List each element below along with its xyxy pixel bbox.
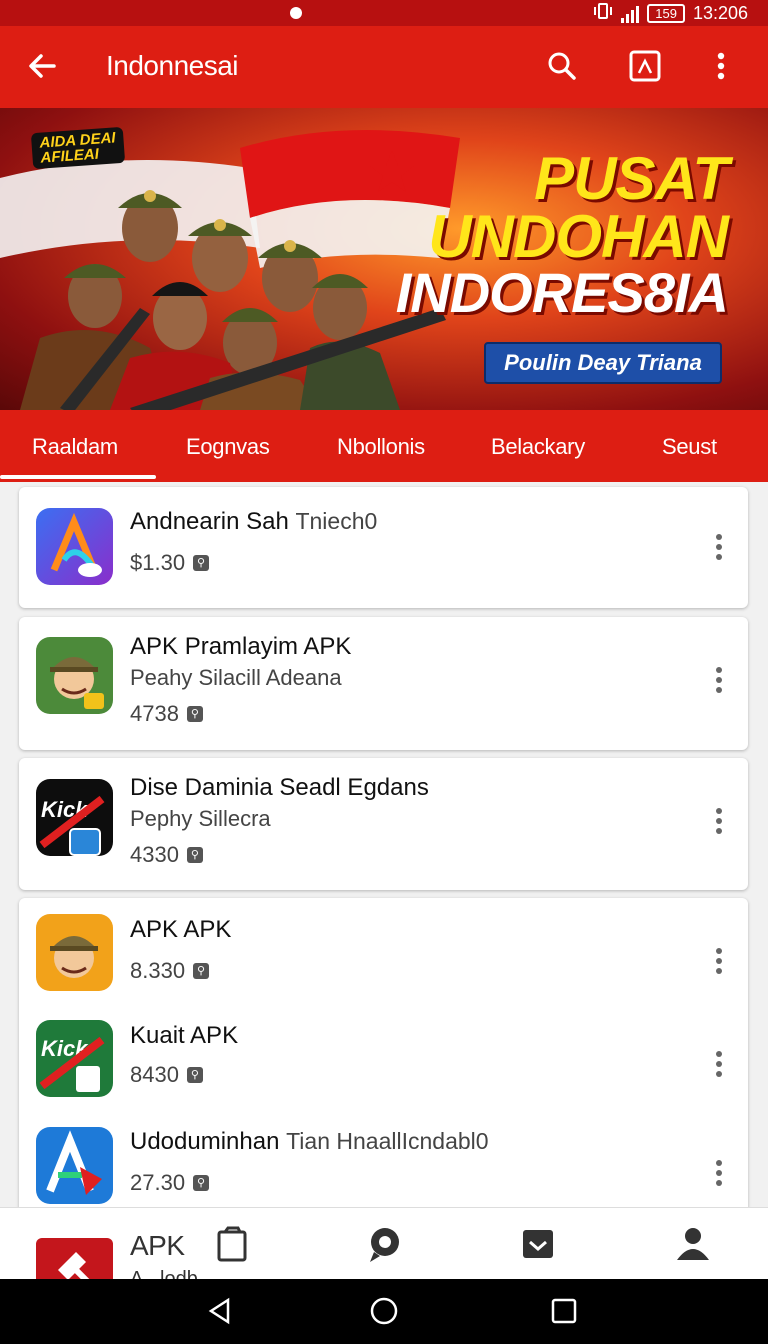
app-icon-a-logo[interactable] <box>36 1127 113 1204</box>
tab-raaldam[interactable]: Raaldam <box>32 434 118 460</box>
nav-chat-icon[interactable] <box>364 1224 404 1264</box>
app-developer: Peahy Silacill Adeana <box>130 665 342 690</box>
app-icon-soldier-cartoon[interactable] <box>36 914 113 991</box>
price-badge-icon: ⚲ <box>193 555 210 571</box>
app-bar: Indonnesai <box>0 26 768 108</box>
app-card[interactable]: Kick Dise Daminia Seadl Egdans Pephy Sil… <box>19 758 748 890</box>
back-triangle-icon[interactable] <box>206 1297 234 1325</box>
app-card[interactable]: APK Pramlayim APK Peahy Silacill Adeana … <box>19 617 748 750</box>
app-name[interactable]: APK APK <box>130 916 231 944</box>
more-vert-icon[interactable] <box>712 948 726 978</box>
price-badge-icon: ⚲ <box>193 1175 210 1191</box>
nav-clipboard-icon[interactable] <box>212 1224 252 1264</box>
tab-nbollonis[interactable]: Nbollonis <box>337 434 425 460</box>
tab-belackary[interactable]: Belackary <box>491 434 585 460</box>
app-price: 4738 ⚲ <box>130 701 203 727</box>
back-arrow-icon[interactable] <box>22 46 62 86</box>
tab-seust[interactable]: Seust <box>662 434 717 460</box>
signal-icon <box>621 5 640 23</box>
more-vert-icon[interactable] <box>712 667 726 697</box>
app-developer: Pephy Sillecra <box>130 806 271 831</box>
recents-square-icon[interactable] <box>550 1297 578 1325</box>
app-name: Dise Daminia Seadl Egdans <box>130 774 429 801</box>
nav-inbox-icon[interactable] <box>518 1224 558 1264</box>
status-bar: 159 13:206 <box>0 0 768 26</box>
nav-apk-sublabel: A...lodb... <box>130 1268 215 1279</box>
app-price: 4330 ⚲ <box>130 842 203 868</box>
hammer-icon <box>58 1252 90 1279</box>
banner-cta-button[interactable]: Poulin Deay Triana <box>484 342 722 384</box>
app-list-card: APK APK 8.330 ⚲ Kick Kuait APK 8430 ⚲ Udod… <box>19 898 748 1228</box>
bottom-navigation: APK A...lodb... <box>0 1207 768 1279</box>
nav-home-button[interactable] <box>36 1238 113 1279</box>
app-icon-kick[interactable]: Kick <box>36 1020 113 1097</box>
app-price: 27.30 ⚲ <box>130 1170 210 1196</box>
notification-dot-icon <box>290 7 302 19</box>
nav-apk-label[interactable]: APK <box>130 1230 185 1262</box>
app-price: 8.330 ⚲ <box>130 958 210 984</box>
app-name[interactable]: Udoduminhan Tian HnaallIcndabl0 <box>130 1128 489 1156</box>
app-name: APK Pramlayim APK <box>130 633 352 660</box>
more-vert-icon[interactable] <box>712 808 726 838</box>
price-badge-icon: ⚲ <box>186 706 203 722</box>
more-vert-icon[interactable] <box>712 1160 726 1190</box>
more-vert-icon[interactable] <box>712 1051 726 1081</box>
install-app-icon[interactable] <box>625 46 665 86</box>
category-tabs: Raaldam Eognvas Nbollonis Belackary Seus… <box>0 410 768 482</box>
app-icon-arc <box>36 508 113 585</box>
battery-indicator: 159 <box>647 4 685 23</box>
tab-eognvas[interactable]: Eognvas <box>186 434 270 460</box>
more-vert-icon[interactable] <box>701 46 741 86</box>
promo-banner[interactable]: AIDA DEAI AFILEAI PUSAT UNDOHAN INDORES8I… <box>0 108 768 410</box>
banner-headline-3: INDORES8IA <box>395 261 729 324</box>
app-icon-kick: Kick <box>36 779 113 856</box>
app-price: $1.30 ⚲ <box>130 550 210 576</box>
system-navigation-bar <box>0 1279 768 1344</box>
price-badge-icon: ⚲ <box>193 963 210 979</box>
app-price: 8430 ⚲ <box>130 1062 203 1088</box>
price-badge-icon: ⚲ <box>186 1067 203 1083</box>
active-tab-indicator <box>0 475 156 479</box>
banner-tag: AIDA DEAI AFILEAI <box>30 126 126 170</box>
page-title: Indonnesai <box>106 50 239 81</box>
nav-profile-icon[interactable] <box>673 1224 713 1264</box>
vibrate-icon <box>593 2 613 25</box>
app-icon-soldier-cartoon <box>36 637 113 714</box>
app-card[interactable]: Andnearin Sah Tniech0 $1.30 ⚲ <box>19 487 748 608</box>
search-icon[interactable] <box>542 46 582 86</box>
home-circle-icon[interactable] <box>370 1297 398 1325</box>
price-badge-icon: ⚲ <box>186 847 203 863</box>
app-name: Andnearin Sah Tniech0 <box>130 508 378 535</box>
more-vert-icon[interactable] <box>712 534 726 564</box>
clock: 13:206 <box>692 3 748 23</box>
app-name[interactable]: Kuait APK <box>130 1022 238 1050</box>
